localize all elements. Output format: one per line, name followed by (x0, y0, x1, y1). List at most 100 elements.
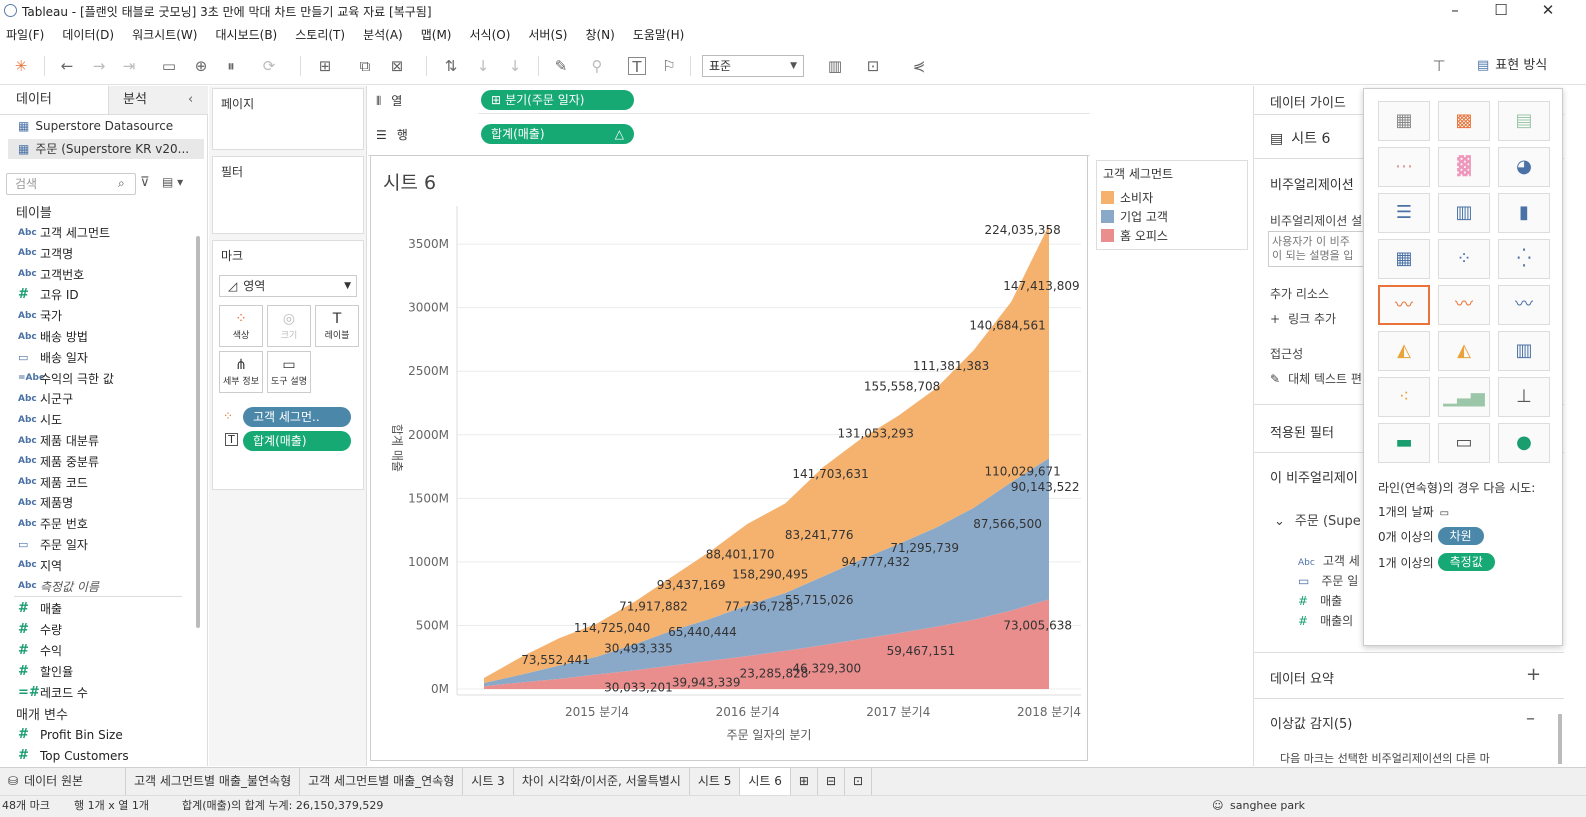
viz-description-field[interactable]: 사용자가 이 비주 이 되는 설명을 입 (1268, 231, 1368, 267)
chart-type-gantt-icon[interactable]: ▬ (1378, 423, 1430, 463)
chart-type-side-by-side-circles-icon[interactable]: ⁛ (1498, 239, 1550, 279)
chart-type-dual-lines-icon[interactable]: 〰 (1498, 285, 1550, 325)
outliers-header[interactable]: 이상값 감지(5) (1270, 713, 1352, 732)
chart-type-side-by-side-bars-icon[interactable]: ▮ (1498, 193, 1550, 233)
chart-type-stacked-bars-icon[interactable]: ▥ (1438, 193, 1490, 233)
filter-icon[interactable]: ⊽ (140, 175, 150, 190)
chart-type-area-continuous-icon[interactable]: ◭ (1378, 331, 1430, 371)
redo-icon[interactable]: → (90, 57, 108, 75)
filters-card[interactable]: 필터 (212, 156, 364, 234)
replay-icon[interactable]: ⇥ (120, 57, 138, 75)
menu-help[interactable]: 도움말(H) (633, 24, 685, 46)
detail-button[interactable]: ⋔ 세부 정보 (219, 351, 263, 393)
swap-icon[interactable]: ⇅ (442, 57, 460, 75)
new-dashboard-icon[interactable]: ⊟ (818, 768, 846, 795)
field-item[interactable]: Abc 지역 (18, 555, 62, 576)
field-item[interactable]: Abc 제품 코드 (18, 472, 88, 493)
chart-type-scatter-plot-icon[interactable]: ⁖ (1378, 377, 1430, 417)
menu-map[interactable]: 맵(M) (421, 24, 452, 46)
field-item[interactable]: Abc 국가 (18, 305, 62, 326)
field-item[interactable]: # 고유 ID (18, 284, 79, 305)
chart-type-symbol-map-icon[interactable]: ⋯ (1378, 147, 1430, 187)
field-item[interactable]: Abc 측정값 이름 (18, 576, 99, 597)
legend-item[interactable]: 기업 고객 (1101, 208, 1168, 225)
field-item[interactable]: Abc 시군구 (18, 388, 73, 409)
chart-type-box-whisker-icon[interactable]: ⊥ (1498, 377, 1550, 417)
view-options-icon[interactable]: ▤ ▾ (162, 175, 183, 189)
tab-sheet-active[interactable]: 시트 6 (740, 768, 791, 795)
chart-type-dual-combination-icon[interactable]: ▥ (1498, 331, 1550, 371)
this-viz-header[interactable]: 이 비주얼리제이 (1270, 467, 1358, 486)
clear-sheet-icon[interactable]: ⊠ (388, 57, 406, 75)
share-icon[interactable]: ⋞ (910, 57, 928, 75)
search-input[interactable]: 검색 (6, 173, 136, 195)
tab-sheet[interactable]: 고객 세그먼트별 매출_연속형 (300, 768, 464, 795)
menu-dashboard[interactable]: 대시보드(B) (215, 24, 277, 46)
rows-pill[interactable]: 합계(매출) △ (481, 124, 634, 144)
pause-update-icon[interactable]: ⏸ (222, 57, 240, 75)
tooltip-button[interactable]: ▭ 도구 설명 (267, 351, 311, 393)
applied-filters-header[interactable]: 적용된 필터 (1270, 422, 1334, 441)
columns-pill[interactable]: ⊞ 분기(주문 일자) (481, 90, 634, 110)
add-link-button[interactable]: + 링크 추가 (1270, 310, 1336, 327)
field-item[interactable]: # 수익 (18, 640, 62, 661)
field-item[interactable]: =# 레코드 수 (18, 682, 88, 703)
chart-type-line-continuous-icon[interactable]: 〰 (1378, 285, 1430, 325)
minimize-button[interactable]: – (1432, 0, 1478, 22)
sales-pill[interactable]: 합계(매출) (243, 431, 351, 451)
new-worksheet-icon[interactable]: ⊞ (316, 57, 334, 75)
color-button[interactable]: ⁘ 색상 (219, 305, 263, 347)
label-button[interactable]: T 레이블 (315, 305, 359, 347)
tab-sheet[interactable]: 시트 5 (690, 768, 741, 795)
chart-type-line-discrete-icon[interactable]: 〰 (1438, 285, 1490, 325)
new-datasource-icon[interactable]: ⊕ (192, 57, 210, 75)
pages-card[interactable]: 페이지 (212, 88, 364, 150)
size-button[interactable]: ◎ 크기 (267, 305, 311, 347)
menu-file[interactable]: 파일(F) (6, 24, 44, 46)
menu-window[interactable]: 창(N) (585, 24, 614, 46)
pin-axes-icon[interactable]: ⚐ (660, 57, 678, 75)
show-labels-icon[interactable]: T (628, 57, 646, 76)
field-item[interactable]: Abc 고객 세그먼트 (18, 222, 110, 243)
duplicate-sheet-icon[interactable]: ⧉ (356, 57, 374, 75)
chart-type-pie-chart-icon[interactable]: ◕ (1498, 147, 1550, 187)
scrollbar[interactable] (1558, 714, 1562, 764)
fit-select[interactable]: 표준 ▼ (702, 55, 804, 77)
menu-server[interactable]: 서버(S) (528, 24, 567, 46)
sort-desc-icon[interactable]: ↓ (506, 57, 524, 75)
chart-type-horizontal-bars-icon[interactable]: ☰ (1378, 193, 1430, 233)
tab-sheet[interactable]: 시트 3 (463, 768, 514, 795)
collapse-pane-icon[interactable]: ‹ (188, 92, 193, 107)
field-item[interactable]: ▭ 주문 일자 (18, 534, 88, 555)
field-item[interactable]: Abc 제품명 (18, 492, 73, 513)
source-tree-item[interactable]: ⌄ 주문 (Supe (1274, 510, 1361, 529)
field-item[interactable]: Abc 시도 (18, 409, 62, 430)
field-item[interactable]: # 매출 (18, 598, 62, 619)
field-item[interactable]: Abc 제품 대분류 (18, 430, 99, 451)
tab-sheet[interactable]: 고객 세그먼트별 매출_불연속형 (126, 768, 301, 795)
field-item[interactable]: # 수량 (18, 619, 62, 640)
tab-data[interactable]: 데이터 (0, 86, 108, 114)
field-item[interactable]: Abc 고객명 (18, 243, 73, 264)
collapse-icon[interactable]: – (1526, 708, 1535, 729)
data-summary-header[interactable]: 데이터 요약 (1270, 668, 1334, 687)
chart-type-heat-map-icon[interactable]: ▩ (1438, 101, 1490, 141)
parameter-item[interactable]: # Profit Bin Size (18, 724, 123, 745)
group-icon[interactable]: ⚲ (588, 57, 606, 75)
area-chart[interactable]: 0M 500M 1000M 1500M 2000M 2500M 3000M 3500M 2015… (371, 156, 1087, 760)
maximize-button[interactable]: ☐ (1478, 0, 1524, 22)
chart-type-area-discrete-icon[interactable]: ◭ (1438, 331, 1490, 371)
chart-type-bullet-graph-icon[interactable]: ▭ (1438, 423, 1490, 463)
segment-pill[interactable]: 고객 세그먼.. (243, 407, 351, 427)
tab-sheet[interactable]: 차이 시각화/이서준, 서울특별시 (514, 768, 690, 795)
close-button[interactable]: ✕ (1525, 0, 1571, 22)
field-item[interactable]: Abc 배송 방법 (18, 326, 88, 347)
menu-format[interactable]: 서식(O) (470, 24, 511, 46)
chart-type-treemap-icon[interactable]: ▦ (1378, 239, 1430, 279)
status-user[interactable]: sanghee park (1230, 796, 1305, 816)
new-story-icon[interactable]: ⊡ (845, 768, 873, 795)
chart-type-highlight-table-icon[interactable]: ▤ (1498, 101, 1550, 141)
field-item[interactable]: # 할인율 (18, 661, 73, 682)
highlight-icon[interactable]: ✎ (552, 57, 570, 75)
menu-worksheet[interactable]: 워크시트(W) (132, 24, 197, 46)
